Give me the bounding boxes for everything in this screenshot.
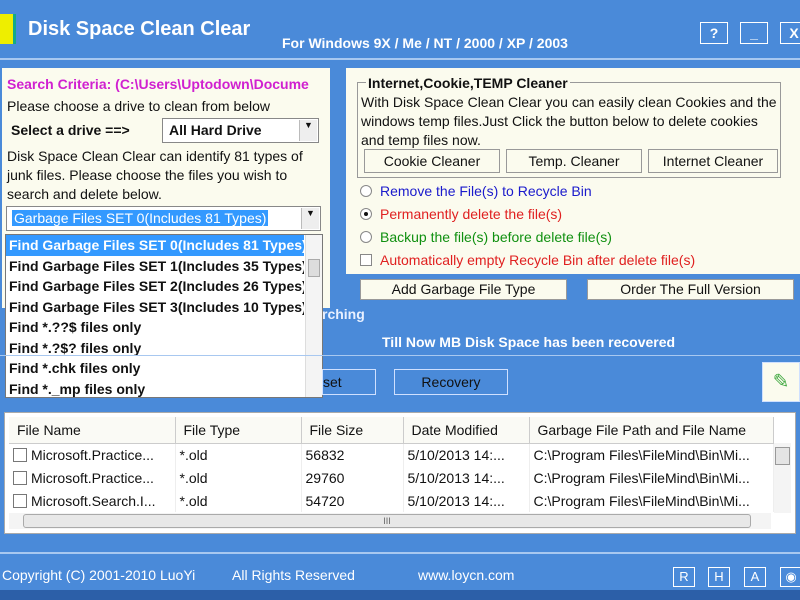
cell: 5/10/2013 14:... xyxy=(403,466,530,489)
chevron-down-icon: ▼ xyxy=(299,120,317,141)
column-header-file-type[interactable]: File Type xyxy=(175,417,302,444)
checkbox-label: Automatically empty Recycle Bin after de… xyxy=(380,252,696,268)
app-logo-icon xyxy=(0,14,16,44)
cell: C:\Program Files\FileMind\Bin\Mi... xyxy=(529,443,774,466)
list-item[interactable]: Find *.??$ files only xyxy=(6,317,304,338)
garbage-set-value: Garbage Files SET 0(Includes 81 Types) xyxy=(12,210,269,226)
a-button[interactable]: A xyxy=(744,567,766,587)
choose-drive-label: Please choose a drive to clean from belo… xyxy=(7,98,271,114)
rights: All Rights Reserved xyxy=(232,567,355,583)
searching-status: rching xyxy=(322,306,365,322)
internet-cleaner-button[interactable]: Internet Cleaner xyxy=(648,149,778,173)
bottom-bar xyxy=(0,590,800,600)
order-full-version-button[interactable]: Order The Full Version xyxy=(587,279,794,300)
list-item[interactable]: Find Garbage Files SET 1(Includes 35 Typ… xyxy=(6,256,304,277)
cell: 5/10/2013 14:... xyxy=(403,489,530,512)
cell: Microsoft.Search.I... xyxy=(31,492,156,509)
radio-selected-icon xyxy=(360,208,372,220)
cell: *.old xyxy=(175,489,302,512)
column-header-path[interactable]: Garbage File Path and File Name xyxy=(529,417,774,444)
radio-backup[interactable]: Backup the file(s) before delete file(s) xyxy=(360,226,612,249)
description: Disk Space Clean Clear can identify 81 t… xyxy=(7,148,303,202)
cookie-cleaner-button[interactable]: Cookie Cleaner xyxy=(364,149,500,173)
column-header-file-size[interactable]: File Size xyxy=(301,417,404,444)
cell: Microsoft.Practice... xyxy=(31,469,154,486)
help-button[interactable]: ? xyxy=(700,22,728,44)
app-title: Disk Space Clean Clear xyxy=(28,18,251,40)
search-criteria: Search Criteria: (C:\Users\Uptodown\Docu… xyxy=(7,76,309,92)
recovery-button[interactable]: Recovery xyxy=(394,369,508,395)
reset-button[interactable]: set xyxy=(322,369,376,395)
tools-icon[interactable]: ✎ xyxy=(762,362,800,402)
column-header-file-name[interactable]: File Name xyxy=(9,417,176,444)
list-item[interactable]: Find *._mp files only xyxy=(6,379,304,398)
cell: *.old xyxy=(175,443,302,466)
scrollbar-thumb[interactable] xyxy=(308,259,320,277)
cell: 29760 xyxy=(301,466,404,489)
close-button[interactable]: X xyxy=(780,22,800,44)
column-header-date-modified[interactable]: Date Modified xyxy=(403,417,530,444)
divider xyxy=(0,58,800,60)
list-item[interactable]: Find Garbage Files SET 0(Includes 81 Typ… xyxy=(6,235,304,256)
radio-label: Backup the file(s) before delete file(s) xyxy=(380,229,612,245)
app-subtitle: For Windows 9X / Me / NT / 2000 / XP / 2… xyxy=(282,35,568,51)
scrollbar-thumb[interactable] xyxy=(775,447,790,465)
cell: C:\Program Files\FileMind\Bin\Mi... xyxy=(529,489,774,512)
list-item[interactable]: Find Garbage Files SET 2(Includes 26 Typ… xyxy=(6,276,304,297)
row-checkbox[interactable] xyxy=(13,470,27,485)
row-checkbox[interactable] xyxy=(13,447,27,462)
drive-select[interactable]: All Hard Drive ▼ xyxy=(162,118,319,143)
record-icon[interactable]: ◉ xyxy=(780,567,800,587)
auto-empty-checkbox[interactable]: Automatically empty Recycle Bin after de… xyxy=(360,249,695,272)
scrollbar-thumb[interactable]: III xyxy=(23,514,751,528)
garbage-set-dropdown-list: Find Garbage Files SET 0(Includes 81 Typ… xyxy=(5,234,323,398)
chevron-down-icon: ▼ xyxy=(301,208,319,229)
select-drive-label: Select a drive ==> xyxy=(11,122,130,138)
add-garbage-type-button[interactable]: Add Garbage File Type xyxy=(360,279,567,300)
cell: 5/10/2013 14:... xyxy=(403,443,530,466)
cell: *.old xyxy=(175,466,302,489)
cleaner-group-title: Internet,Cookie,TEMP Cleaner xyxy=(366,75,570,91)
cell: 56832 xyxy=(301,443,404,466)
cell: Microsoft.Practice... xyxy=(31,446,154,463)
divider xyxy=(0,355,800,356)
radio-recycle-bin[interactable]: Remove the File(s) to Recycle Bin xyxy=(360,180,592,203)
radio-label: Remove the File(s) to Recycle Bin xyxy=(380,183,592,199)
radio-permanently-delete[interactable]: Permanently delete the file(s) xyxy=(360,203,562,226)
dropdown-scrollbar[interactable] xyxy=(305,235,322,397)
drive-value: All Hard Drive xyxy=(169,122,262,138)
radio-icon xyxy=(360,231,372,243)
radio-label: Permanently delete the file(s) xyxy=(380,206,563,222)
vertical-scrollbar[interactable] xyxy=(774,443,791,513)
list-item[interactable]: Find Garbage Files SET 3(Includes 10 Typ… xyxy=(6,297,304,318)
r-button[interactable]: R xyxy=(673,567,695,587)
copyright: Copyright (C) 2001-2010 LuoYi xyxy=(2,567,196,583)
horizontal-scrollbar[interactable]: III xyxy=(9,513,771,529)
radio-icon xyxy=(360,185,372,197)
temp-cleaner-button[interactable]: Temp. Cleaner xyxy=(506,149,642,173)
minimize-button[interactable]: _ xyxy=(740,22,768,44)
cell: 54720 xyxy=(301,489,404,512)
cleaner-description: With Disk Space Clean Clear you can easi… xyxy=(361,94,777,148)
garbage-set-select[interactable]: Garbage Files SET 0(Includes 81 Types) ▼ xyxy=(6,206,321,231)
h-button[interactable]: H xyxy=(708,567,730,587)
cell: C:\Program Files\FileMind\Bin\Mi... xyxy=(529,466,774,489)
divider xyxy=(0,552,800,554)
table-row[interactable]: Microsoft.Search.I... *.old 54720 5/10/2013… xyxy=(9,489,774,512)
table-row[interactable]: Microsoft.Practice... *.old 29760 5/10/2013… xyxy=(9,466,774,489)
checkbox-icon xyxy=(360,254,372,266)
website-link[interactable]: www.loycn.com xyxy=(418,567,514,583)
recovered-status: Till Now MB Disk Space has been recovere… xyxy=(382,334,676,350)
results-table: File Name File Type File Size Date Modif… xyxy=(4,412,796,534)
list-item[interactable]: Find *.chk files only xyxy=(6,358,304,379)
row-checkbox[interactable] xyxy=(13,493,27,508)
table-row[interactable]: Microsoft.Practice... *.old 56832 5/10/2013… xyxy=(9,443,774,466)
